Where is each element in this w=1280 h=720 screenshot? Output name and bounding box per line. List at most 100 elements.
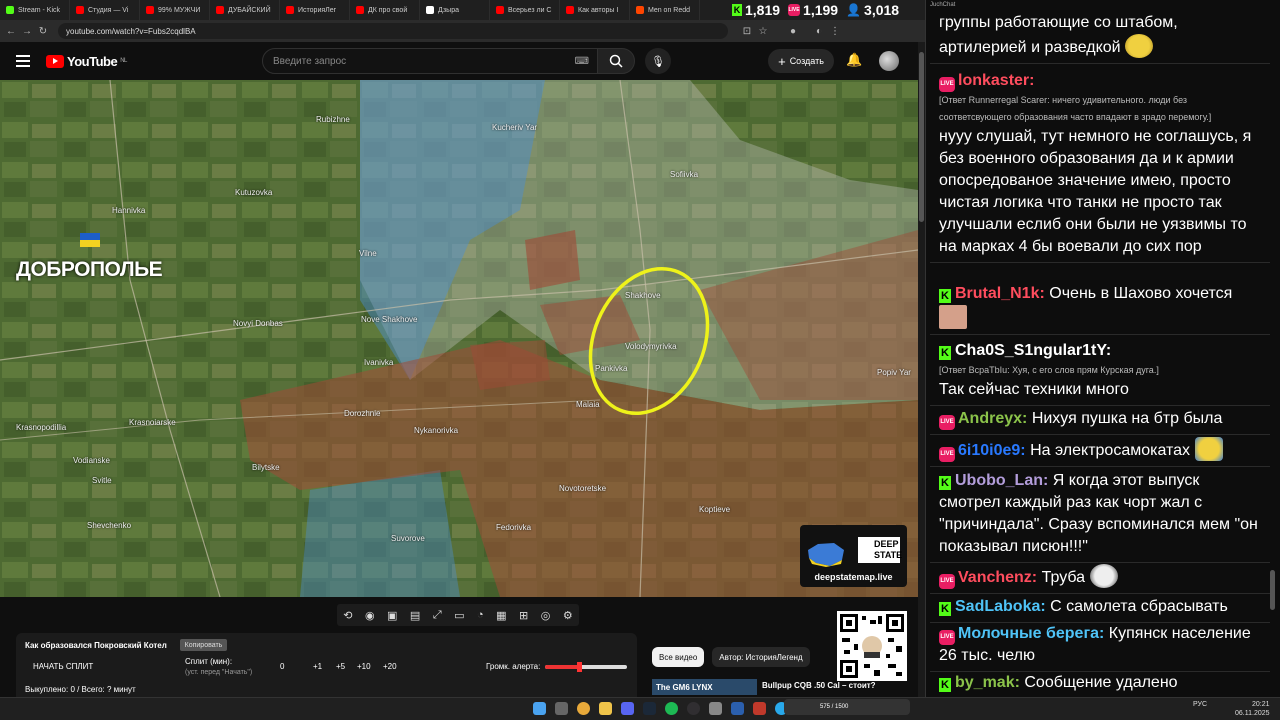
app-icon[interactable] — [709, 702, 722, 715]
url-text: youtube.com/watch?v=Fubs2cqdlBA — [66, 26, 196, 36]
forward-icon[interactable]: → — [22, 26, 32, 37]
chat-username[interactable]: Andreyx: — [958, 410, 1027, 427]
copy-button[interactable]: Копировать — [180, 639, 227, 651]
screen-icon[interactable]: ▭ — [454, 609, 464, 622]
microphone-icon[interactable]: 🎙 — [645, 48, 671, 74]
chrome-icon[interactable] — [577, 702, 590, 715]
windows-taskbar: РУС 20:21 06.11.2025 — [0, 697, 1280, 720]
chat-username[interactable]: Cha0S_S1ngular1tY: — [955, 342, 1111, 359]
chat-username[interactable]: Vanchenz: — [958, 569, 1037, 586]
profile-icon[interactable]: ◐ — [814, 26, 824, 37]
slider-knob[interactable] — [577, 662, 583, 672]
youtube-play-icon — [46, 54, 64, 68]
resize-icon[interactable]: ⤢ — [433, 609, 442, 622]
taskbar-clock[interactable]: 20:21 06.11.2025 — [1235, 700, 1270, 718]
reload-icon[interactable]: ↻ — [38, 26, 48, 37]
steam-icon[interactable] — [643, 702, 656, 715]
search-button[interactable] — [597, 48, 635, 74]
tray-language[interactable]: РУС — [1193, 701, 1207, 708]
kick-icon: K — [732, 4, 742, 16]
browser-tab[interactable]: Stream - Kick — [0, 0, 70, 20]
screenshot-icon[interactable]: ◎ — [541, 609, 551, 622]
video-player[interactable]: Rubizhne Kucheriv Yar Kutuzovka Sofiivka… — [0, 80, 918, 597]
search-icon[interactable] — [555, 702, 568, 715]
url-field[interactable]: youtube.com/watch?v=Fubs2cqdlBA — [58, 23, 728, 39]
increment-button[interactable]: +10 — [357, 662, 371, 671]
chat-username[interactable]: Ubobo_Lan: — [955, 472, 1048, 489]
browser-tab[interactable]: Men on Redd — [630, 0, 700, 20]
scrollbar-thumb[interactable] — [919, 52, 924, 222]
keyboard-icon[interactable]: ⌨ — [575, 56, 589, 67]
avatar[interactable] — [879, 51, 899, 71]
purchase-status: Выкуплено: 0 / Всего: ? минут — [25, 685, 136, 694]
grid-icon[interactable]: ▦ — [496, 609, 506, 622]
message-text: Сообщение удалено — [1024, 674, 1178, 691]
tab-label: 99% МУЖЧИ — [158, 6, 201, 14]
face-emote-icon — [939, 305, 967, 329]
deepstate-url: deepstatemap.live — [814, 572, 893, 582]
message-text: Труба — [1041, 569, 1086, 586]
hamburger-menu-icon[interactable] — [16, 55, 30, 67]
gauge-icon[interactable]: ◔ — [477, 609, 484, 621]
discord-icon[interactable] — [621, 702, 634, 715]
bookmark-star-icon[interactable]: ☆ — [758, 26, 768, 37]
tab-all-videos[interactable]: Все видео — [652, 647, 705, 667]
search-input[interactable]: Введите запрос ⌨ — [262, 48, 598, 74]
split-label: Сплит (мин): — [185, 657, 233, 666]
split-value: 0 — [280, 662, 285, 671]
settings-gear-icon[interactable]: ⚙ — [563, 609, 573, 622]
map-label: Vilne — [359, 249, 377, 258]
increment-button[interactable]: +20 — [383, 662, 397, 671]
extension-icon[interactable]: ● — [788, 26, 798, 37]
youtube-logo[interactable]: YouTube NL — [46, 54, 127, 69]
notifications-bell-icon[interactable]: 🔔 — [846, 52, 862, 68]
related-video-title[interactable]: Bullpup CQB .50 Cal – стоит? — [762, 681, 876, 690]
loop-icon[interactable]: ⟲ — [343, 609, 352, 622]
install-icon[interactable]: ⊡ — [742, 26, 752, 37]
chat-username[interactable]: lonkaster: — [958, 72, 1034, 89]
browser-tab[interactable]: ИсторияЛег — [280, 0, 350, 20]
chat-username[interactable]: by_mak: — [955, 674, 1020, 691]
chat-message: K SadLaboka: С самолета сбрасывать — [930, 594, 1270, 623]
tab-label: ИсторияЛег — [298, 6, 337, 14]
browser-tab[interactable]: Всерьез ли С — [490, 0, 560, 20]
browser-tab[interactable]: Как авторы I — [560, 0, 630, 20]
map-label: Shakhove — [625, 291, 661, 300]
back-icon[interactable]: ← — [6, 26, 16, 37]
browser-tab[interactable]: Студия — Vi — [70, 0, 140, 20]
browser-menu-icon[interactable]: ⋮ — [830, 26, 840, 37]
create-button[interactable]: + Создать — [768, 49, 834, 73]
browser-tab[interactable]: ДК про свой — [350, 0, 420, 20]
browser-tab[interactable]: 99% МУЖЧИ — [140, 0, 210, 20]
kick-platform-icon: K — [939, 602, 951, 616]
app-icon[interactable] — [753, 702, 766, 715]
increment-button[interactable]: +5 — [336, 662, 345, 671]
message-text: нууу слушай, тут немного не соглашусь, я… — [939, 128, 1252, 255]
chat-message: группы работающие со штабом, артилерией … — [930, 10, 1270, 64]
increment-button[interactable]: +1 — [313, 662, 322, 671]
app-icon[interactable] — [731, 702, 744, 715]
browser-tab[interactable]: Дзыpa — [420, 0, 490, 20]
clapperboard-icon[interactable]: ▤ — [410, 609, 420, 622]
windows-start-icon[interactable] — [533, 702, 546, 715]
camera-icon[interactable]: ▣ — [387, 609, 397, 622]
chat-username[interactable]: SadLaboka: — [955, 598, 1046, 615]
add-icon[interactable]: ⊞ — [519, 609, 528, 622]
alert-volume-slider[interactable] — [545, 662, 627, 672]
chat-username[interactable]: Молочные берега: — [958, 625, 1104, 642]
chat-username[interactable]: 6i10i0e9: — [958, 442, 1026, 459]
tab-favicon-icon — [6, 6, 14, 14]
chat-scrollbar[interactable] — [1270, 570, 1275, 610]
related-video-thumbnail[interactable]: The GM6 LYNX — [652, 679, 757, 695]
page-scrollbar[interactable] — [918, 42, 925, 720]
browser-tab[interactable]: ДУБАЙСКИЙ — [210, 0, 280, 20]
chat-message: LIVE Andreyx: Нихуя пушка на бтр была — [930, 406, 1270, 435]
start-split-button[interactable]: НАЧАТЬ СПЛИТ — [33, 662, 93, 671]
folder-icon[interactable] — [599, 702, 612, 715]
angry-emote-icon — [1125, 34, 1154, 58]
broadcast-icon[interactable]: ◉ — [365, 609, 375, 622]
obs-icon[interactable] — [687, 702, 700, 715]
tab-author[interactable]: Автор: ИсторияЛегенд — [712, 647, 810, 667]
chat-username[interactable]: Brutal_N1k: — [955, 285, 1045, 302]
spotify-icon[interactable] — [665, 702, 678, 715]
